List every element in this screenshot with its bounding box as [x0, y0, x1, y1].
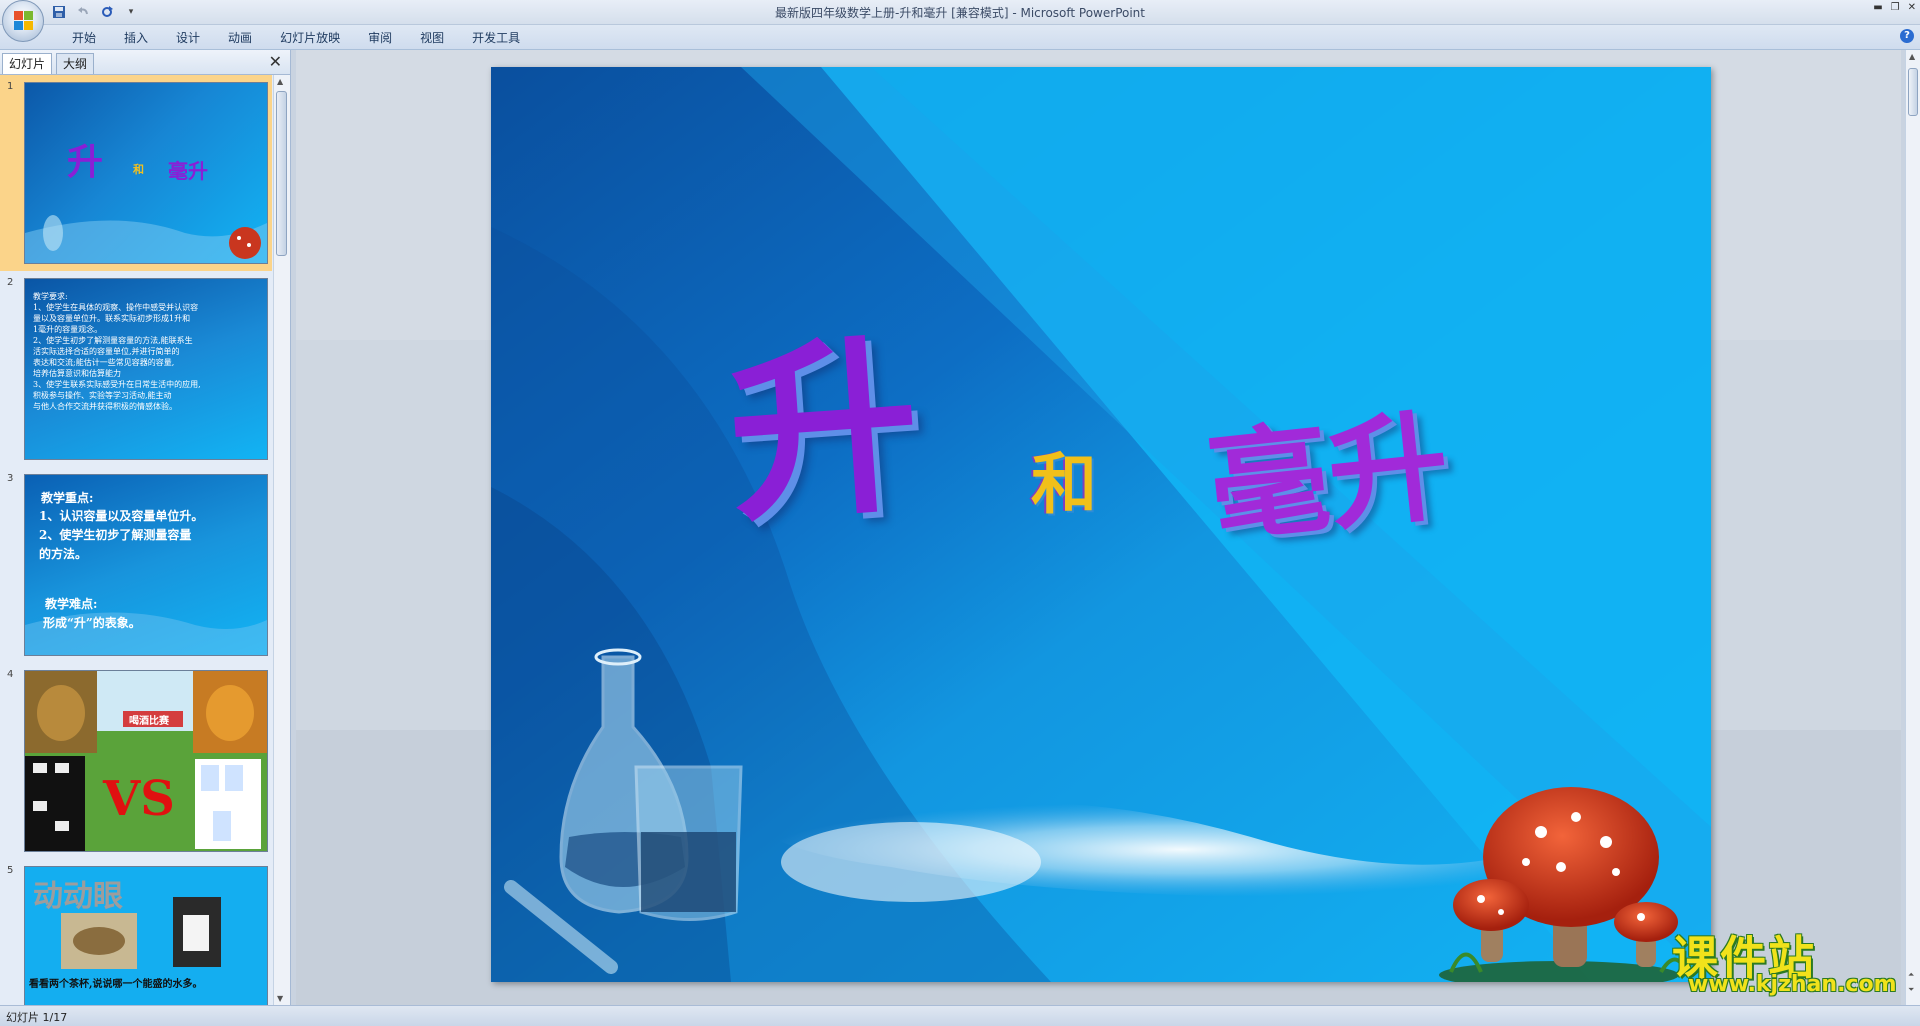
tab-design[interactable]: 设计	[162, 30, 214, 46]
thumb-text-line: 的方法。	[39, 547, 88, 561]
thumb-text-line: 活实际选择合适的容量单位,并进行简单的	[33, 347, 180, 356]
thumbnail-item[interactable]: 2 教学要求: 1、使学生在具体的观察、操作中感受并认识容 量以及容量单位升。联…	[0, 271, 272, 467]
thumb-text-line: 1、认识容量以及容量单位升。	[39, 509, 204, 523]
thumbnail-number: 4	[7, 669, 14, 680]
ribbon-tabs: 开始 插入 设计 动画 幻灯片放映 审阅 视图 开发工具	[58, 30, 534, 46]
thumb-caption: 看看两个茶杯,说说哪一个能盛的水多。	[29, 979, 203, 990]
thumbnail-item[interactable]: 1 升 和 毫升	[0, 75, 272, 271]
thumb-text-line: 教学重点:	[41, 491, 94, 505]
slide-counter: 幻灯片 1/17	[6, 1011, 68, 1024]
thumb-text-line: 1毫升的容量观念。	[33, 325, 103, 334]
tab-animations[interactable]: 动画	[214, 30, 266, 46]
tab-review[interactable]: 审阅	[354, 30, 406, 46]
tab-slides[interactable]: 幻灯片	[2, 53, 53, 74]
thumb-text-line: 教学难点:	[45, 597, 98, 611]
thumb-text-line: 教学要求:	[33, 292, 68, 301]
thumb-title-sheng: 升	[67, 142, 104, 183]
next-slide-icon[interactable]: ⏷	[1908, 985, 1914, 994]
office-logo-icon	[14, 11, 34, 31]
thumb-text-line: 1、使学生在具体的观察、操作中感受并认识容	[33, 303, 199, 312]
thumbnail-item[interactable]: 5 动动眼 看看两个茶杯,说说哪一个能盛的水多。	[0, 859, 272, 1005]
thumbnail-4[interactable]: 喝酒比赛 VS	[24, 670, 268, 852]
thumb-text-line: 形成“升”的表象。	[43, 616, 141, 630]
scroll-down-icon[interactable]: ▼	[277, 994, 283, 1003]
tab-insert[interactable]: 插入	[110, 30, 162, 46]
thumb-text-line: 表达和交流;能估计一些常见容器的容量,	[33, 358, 175, 367]
ribbon-tabs-bar: 开始 插入 设计 动画 幻灯片放映 审阅 视图 开发工具 ?	[0, 25, 1920, 50]
slide-title-haosheng[interactable]: 毫升	[1202, 397, 1455, 560]
tab-outline[interactable]: 大纲	[56, 53, 95, 74]
minimize-icon[interactable]: ▬	[1873, 2, 1882, 13]
thumbnail-5[interactable]: 动动眼 看看两个茶杯,说说哪一个能盛的水多。	[24, 866, 268, 1005]
scrollbar-thumb[interactable]	[276, 91, 287, 256]
thumb-title-haosheng: 毫升	[168, 159, 208, 183]
thumb-text-line: 3、使学生联系实际感受升在日常生活中的应用,	[33, 380, 201, 389]
window-title: 最新版四年级数学上册-升和毫升 [兼容模式] - Microsoft Power…	[775, 6, 1145, 20]
window-controls: ▬ ❐ ✕	[1873, 2, 1916, 13]
watermark-url: www.kjzhan.com	[1688, 972, 1897, 997]
editor-scrollbar[interactable]: ▲ ⏶ ⏷	[1905, 50, 1920, 1005]
thumbnail-3[interactable]: 教学重点: 1、认识容量以及容量单位升。 2、使学生初步了解测量容量 的方法。 …	[24, 474, 268, 656]
tab-view[interactable]: 视图	[406, 30, 458, 46]
thumbnail-scrollbar[interactable]: ▲ ▼	[273, 75, 290, 1005]
scroll-up-icon[interactable]: ▲	[277, 77, 283, 86]
thumbnail-number: 2	[7, 277, 14, 288]
thumbnail-list: 1 升 和 毫升 2 教学要求: 1、使学生在具体的观察、操作中感受并认识容 量…	[0, 75, 272, 1005]
thumbnail-number: 3	[7, 473, 14, 484]
thumb-vs-text: VS	[103, 771, 175, 827]
thumb-text-line: 量以及容量单位升。联系实际初步形成1升和	[33, 314, 191, 323]
scrollbar-thumb[interactable]	[1908, 68, 1918, 116]
site-watermark: 课件站 www.kjzhan.com	[1672, 922, 1902, 1002]
thumb-text-line: 积极参与操作、实验等学习活动,能主动	[33, 391, 172, 400]
thumb-text-line: 培养估算意识和估算能力	[33, 369, 121, 378]
tab-home[interactable]: 开始	[58, 30, 110, 46]
thumbnail-number: 1	[7, 81, 14, 92]
thumbnail-item[interactable]: 3 教学重点: 1、认识容量以及容量单位升。 2、使学生初步了解测量容量 的方法…	[0, 467, 272, 663]
tab-slideshow[interactable]: 幻灯片放映	[266, 30, 354, 46]
scroll-up-icon[interactable]: ▲	[1909, 52, 1915, 61]
help-icon[interactable]: ?	[1900, 29, 1914, 43]
tab-developer[interactable]: 开发工具	[458, 30, 534, 46]
thumb-banner: 喝酒比赛	[129, 716, 169, 727]
thumbnail-1[interactable]: 升 和 毫升	[24, 82, 268, 264]
slide-title-he[interactable]: 和	[1031, 452, 1097, 518]
panel-tabs: 幻灯片 大纲 ✕	[0, 50, 290, 75]
thumb-heading: 动动眼	[33, 879, 123, 914]
thumbnail-2[interactable]: 教学要求: 1、使学生在具体的观察、操作中感受并认识容 量以及容量单位升。联系实…	[24, 278, 268, 460]
thumbnail-number: 5	[7, 865, 14, 876]
close-panel-icon[interactable]: ✕	[269, 52, 282, 71]
slide-canvas[interactable]: 升 和 毫升	[491, 67, 1711, 982]
thumb-text-line: 2、使学生初步了解测量容量	[39, 528, 192, 542]
thumb-text-line: 2、使学生初步了解测量容量的方法,能联系生	[33, 336, 193, 345]
restore-icon[interactable]: ❐	[1891, 2, 1900, 13]
title-bar: ▾ 最新版四年级数学上册-升和毫升 [兼容模式] - Microsoft Pow…	[0, 0, 1920, 25]
close-icon[interactable]: ✕	[1908, 2, 1916, 13]
slide-title-sheng[interactable]: 升	[721, 315, 926, 549]
office-button[interactable]	[2, 0, 44, 42]
status-bar: 幻灯片 1/17	[0, 1005, 1920, 1026]
slides-panel: 幻灯片 大纲 ✕ 1 升 和 毫升 2 教学要求: 1、使学生在具体的观察、操作…	[0, 50, 291, 1005]
prev-slide-icon[interactable]: ⏶	[1908, 970, 1914, 979]
thumbnail-item[interactable]: 4 喝酒比赛 VS	[0, 663, 272, 859]
thumb-text-line: 与他人合作交流并获得积极的情感体验。	[33, 402, 177, 411]
thumb-title-he: 和	[133, 163, 144, 176]
